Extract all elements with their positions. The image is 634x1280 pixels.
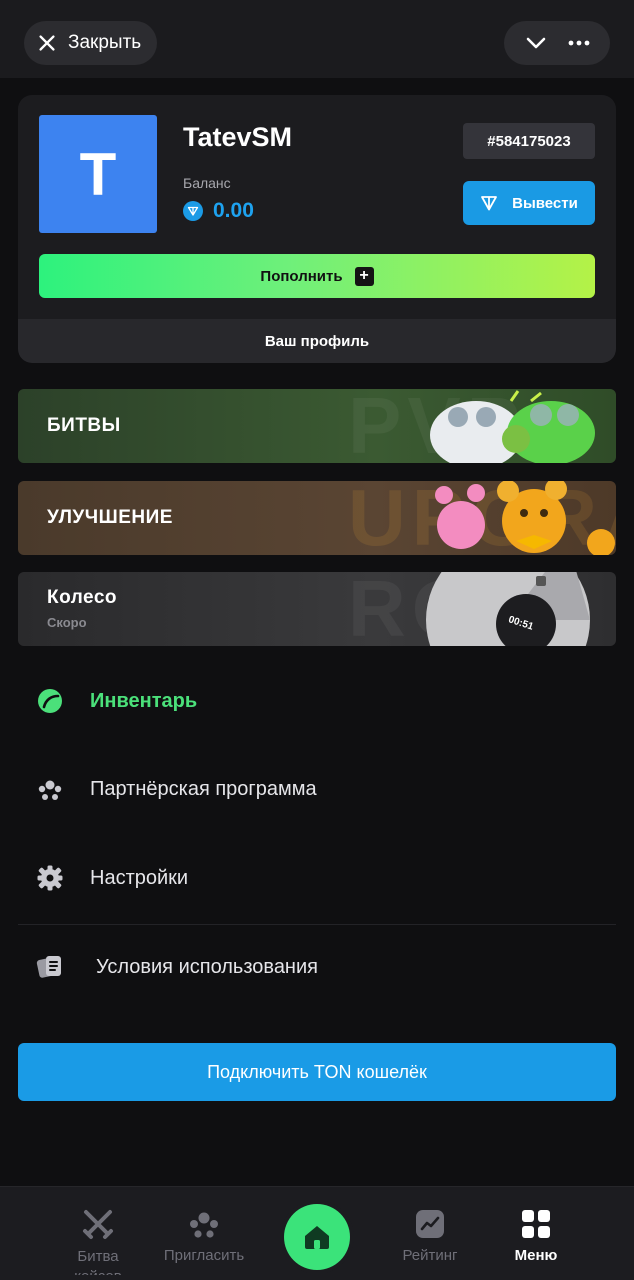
withdraw-button[interactable]: Вывести: [463, 181, 595, 225]
inventory-icon: [36, 687, 64, 715]
profile-card: T TatevSM Баланс 0.00 #584175023 Вывести…: [18, 95, 616, 363]
invite-icon: [190, 1212, 218, 1238]
banner-subtitle: Скоро: [47, 615, 87, 630]
window-controls: [504, 21, 610, 65]
terms-icon: [36, 953, 64, 981]
username: TatevSM: [183, 122, 293, 152]
upgrade-banner[interactable]: UPGRADE УЛУЧШЕНИЕ: [18, 481, 616, 555]
menu-item-settings[interactable]: Настройки: [36, 864, 188, 892]
ton-icon: [183, 201, 203, 221]
topup-label: Пополнить: [260, 267, 343, 285]
rating-icon: [416, 1210, 444, 1238]
withdraw-label: Вывести: [512, 194, 578, 212]
swords-icon: [83, 1210, 113, 1239]
battles-banner[interactable]: PVP БИТВЫ: [18, 389, 616, 463]
wheel-banner[interactable]: ROLL 00:51 Колесо Скоро: [18, 572, 616, 646]
bears-illustration-icon: [435, 481, 615, 555]
gear-icon: [36, 864, 64, 892]
topup-button[interactable]: Пополнить +: [39, 254, 595, 298]
menu-item-label: Условия использования: [96, 955, 318, 978]
nav-label: Пригласить: [163, 1247, 245, 1264]
nav-home-button[interactable]: [284, 1204, 350, 1270]
frogs-illustration-icon: [430, 390, 595, 463]
home-icon: [305, 1226, 329, 1249]
close-icon: [39, 35, 55, 51]
nav-case-battle[interactable]: Битва кейсов: [48, 1207, 148, 1275]
balance-label: Баланс: [183, 175, 231, 191]
nav-rating[interactable]: Рейтинг: [380, 1207, 480, 1264]
nav-label: Меню: [514, 1247, 558, 1264]
menu-item-label: Партнёрская программа: [90, 777, 317, 800]
nav-label: Рейтинг: [402, 1247, 458, 1264]
nav-menu[interactable]: Меню: [486, 1207, 586, 1264]
menu-item-inventory[interactable]: Инвентарь: [36, 687, 197, 715]
banner-title: БИТВЫ: [47, 415, 121, 436]
menu-divider: [18, 924, 616, 925]
menu-item-terms[interactable]: Условия использования: [36, 953, 318, 981]
close-button[interactable]: Закрыть: [24, 21, 158, 65]
menu-grid-icon: [522, 1210, 550, 1238]
top-bar: Закрыть: [0, 0, 634, 78]
avatar: T: [39, 115, 157, 233]
menu-item-partners[interactable]: Партнёрская программа: [36, 775, 317, 803]
nav-invite[interactable]: Пригласить: [154, 1207, 254, 1264]
balance-row: 0.00: [183, 199, 254, 223]
partners-icon: [36, 775, 64, 803]
connect-ton-wallet-button[interactable]: Подключить TON кошелёк: [18, 1043, 616, 1101]
more-icon[interactable]: [567, 31, 591, 55]
close-label: Закрыть: [68, 32, 142, 53]
plus-icon: +: [354, 266, 374, 286]
wheel-illustration-icon: [426, 572, 590, 646]
chevron-down-icon[interactable]: [524, 31, 548, 55]
user-id-badge[interactable]: #584175023: [463, 123, 595, 159]
menu-item-label: Настройки: [90, 866, 189, 889]
ton-icon: [481, 196, 498, 211]
menu-item-label: Инвентарь: [90, 689, 198, 712]
your-profile-button[interactable]: Ваш профиль: [18, 319, 616, 363]
balance-value: 0.00: [213, 199, 254, 222]
banner-title: Колесо: [47, 587, 118, 608]
nav-label: Битва кейсов: [74, 1248, 121, 1275]
banner-title: УЛУЧШЕНИЕ: [47, 507, 173, 528]
